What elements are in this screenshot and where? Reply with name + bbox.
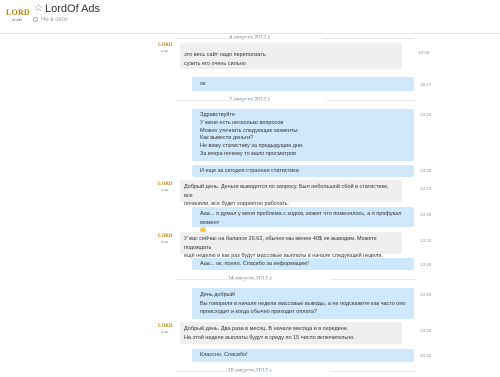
message-feed[interactable]: LORDof ads 4 августа 2017 г. это весь са… [0,34,500,377]
message-time: 13:24 [420,186,432,191]
message-time: 13:28 [420,168,432,173]
message-incoming[interactable]: Добрый день. Два раза в месяц. В начале … [180,322,402,344]
avatar: LORD of ads [158,43,173,53]
chat-header: LORD of ads ☆ LordOf Ads Не в сети [0,0,500,34]
message-incoming[interactable]: Добрый день. Деньги выводятся по запросу… [180,180,402,207]
avatar: LORD of ads [158,324,173,334]
contact-status: Не в сети [33,16,67,25]
logo-subtext: of ads [12,17,22,22]
message-time: 10:30 [420,328,432,333]
message-time: 10:28 [420,292,432,297]
avatar: LORD of ads [158,182,173,192]
message-outgoing[interactable]: ок [192,77,414,91]
logo-text: LORD [6,8,30,17]
message-time: 13:45 [420,262,432,267]
message-outgoing[interactable]: Здравствуйте У меня есть несколько вопро… [192,109,414,161]
message-outgoing[interactable]: И еще за сегодня странная статистика [192,165,414,177]
message-time: 13:45 [420,212,432,217]
contact-name[interactable]: LordOf Ads [45,3,100,16]
date-separator: 4 августа 2017 г. [0,35,500,41]
status-text: Не в сети [41,17,68,23]
message-outgoing[interactable]: Классно. Спасибо! [192,349,414,362]
message-time: 19:45 [418,50,430,55]
message-outgoing[interactable]: День добрый! Вы говорили в начале недели… [192,288,414,319]
message-time: 13:26 [420,112,432,117]
message-incoming[interactable]: У вас сейчас на балансе 26.62, обычно мы… [180,232,402,259]
contact-logo[interactable]: LORD of ads [6,8,30,31]
message-incoming[interactable]: это весь сайт надо переползать сузить ег… [180,43,402,69]
message-time: 10:42 [420,353,432,358]
date-separator: 7 августа 2017 г. [0,97,500,103]
date-separator: 18 августа 2017 г. [0,368,500,374]
date-separator: 14 августа 2017 г. [0,276,500,282]
message-time: 13:33 [420,238,432,243]
offline-dot-icon [33,17,38,22]
avatar: LORD of ads [158,234,173,244]
message-outgoing[interactable]: Ааа... ок, понял. Спасибо за информацию! [192,258,414,270]
message-outgoing[interactable]: Ааа... я думал у меня проблема с кодом, … [192,207,414,233]
favorite-star-icon[interactable]: ☆ [34,3,43,15]
message-time: 19:47 [420,82,432,87]
